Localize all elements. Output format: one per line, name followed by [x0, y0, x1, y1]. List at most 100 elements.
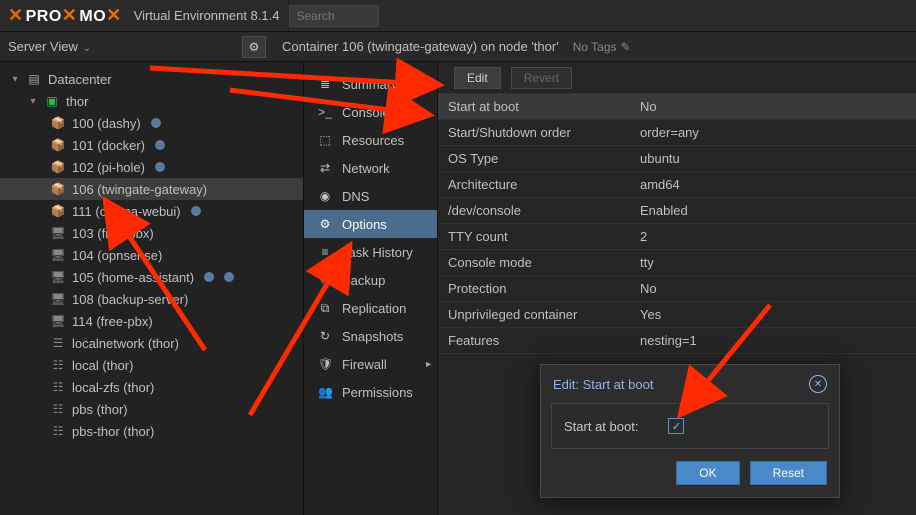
no-tags[interactable]: No Tags✎ [573, 40, 631, 54]
tree-item-label: 102 (pi-hole) [72, 160, 145, 175]
nav-item-task-history[interactable]: ≡Task History [304, 238, 437, 266]
tree-item[interactable]: ☷ local (thor) [0, 354, 303, 376]
nav-icon: >_ [318, 105, 332, 119]
nav-label: Resources [342, 133, 404, 148]
start-at-boot-checkbox[interactable]: ✓ [668, 418, 684, 434]
monitor-icon: 🖥 [50, 226, 66, 240]
nav-item-permissions[interactable]: 👥Permissions [304, 378, 437, 406]
app-header: ✕ PRO✕MO✕ Virtual Environment 8.1.4 Sear… [0, 0, 916, 32]
ok-button[interactable]: OK [676, 461, 739, 485]
nav-item-snapshots[interactable]: ↻Snapshots [304, 322, 437, 350]
x-icon: ✕ [62, 5, 78, 25]
tree-item[interactable]: 🖥 105 (home-assistant) [0, 266, 303, 288]
collapse-icon[interactable]: ▾ [10, 74, 20, 85]
tree-item[interactable]: ☷pbs-thor (thor) [0, 420, 303, 442]
tree-item-label: local-zfs (thor) [72, 380, 154, 395]
option-value: nesting=1 [634, 333, 916, 348]
option-key: Start/Shutdown order [438, 125, 634, 140]
tag-dot [204, 272, 214, 282]
nav-label: Options [342, 217, 387, 232]
option-key: Features [438, 333, 634, 348]
tree-item[interactable]: 🖥103 (free-pbx) [0, 222, 303, 244]
tree-datacenter-row[interactable]: ▾ ▤ Datacenter [0, 68, 303, 90]
nav-item-options[interactable]: ⚙ Options [304, 210, 437, 238]
gear-button[interactable]: ⚙ [242, 36, 266, 58]
monitor-icon: 🖥 [50, 248, 66, 262]
tree-item[interactable]: ☷pbs (thor) [0, 398, 303, 420]
nav-item-network[interactable]: ⇄Network [304, 154, 437, 182]
tree-item-label: local (thor) [72, 358, 133, 373]
nav-item-resources[interactable]: ⬚Resources [304, 126, 437, 154]
nav-icon: ⏱ [318, 273, 332, 288]
option-row[interactable]: /dev/consoleEnabled [438, 198, 916, 224]
monitor-icon: 🖥 [50, 270, 66, 284]
nav-label: DNS [342, 189, 369, 204]
cube-green-icon: 📦 [50, 204, 66, 218]
option-row[interactable]: TTY count2 [438, 224, 916, 250]
server-view-selector[interactable]: Server View ⌄ ⚙ [6, 36, 266, 58]
dialog-title: Edit: Start at boot [553, 377, 653, 392]
disk-icon: ☷ [50, 358, 66, 372]
tree-item-label: 105 (home-assistant) [72, 270, 194, 285]
tree-item[interactable]: 📦106 (twingate-gateway) [0, 178, 303, 200]
version-label: Virtual Environment 8.1.4 [134, 8, 280, 23]
tree-item[interactable]: 🖥 104 (opnsense) [0, 244, 303, 266]
tree-item-label: 106 (twingate-gateway) [72, 182, 207, 197]
search-input[interactable]: Search [289, 5, 379, 27]
option-row[interactable]: Architectureamd64 [438, 172, 916, 198]
option-row[interactable]: ProtectionNo [438, 276, 916, 302]
tree-item[interactable]: 📦 102 (pi-hole) [0, 156, 303, 178]
tree-item[interactable]: 🖥 108 (backup-server) [0, 288, 303, 310]
nav-item-summary[interactable]: ≣Summary [304, 70, 437, 98]
option-row[interactable]: Start/Shutdown orderorder=any [438, 120, 916, 146]
edit-dialog: Edit: Start at boot ✕ Start at boot: ✓ O… [540, 364, 840, 498]
tree-item-label: localnetwork (thor) [72, 336, 179, 351]
tree-item[interactable]: 📦 111 (ollama-webui) [0, 200, 303, 222]
nav-item-dns[interactable]: ◉ DNS [304, 182, 437, 210]
reset-button[interactable]: Reset [750, 461, 827, 485]
nav-icon: ◉ [318, 189, 332, 203]
edit-button[interactable]: Edit [454, 67, 501, 89]
tree-item-label: 108 (backup-server) [72, 292, 188, 307]
nav-label: Replication [342, 301, 406, 316]
nav-item-console[interactable]: >_Console [304, 98, 437, 126]
monitor-icon: 🖥 [50, 292, 66, 306]
tag-dot [155, 162, 165, 172]
nav-item-replication[interactable]: ⧉Replication [304, 294, 437, 322]
x-icon: ✕ [8, 5, 24, 26]
option-row[interactable]: Unprivileged containerYes [438, 302, 916, 328]
nav-item-backup[interactable]: ⏱Backup [304, 266, 437, 294]
tree-item[interactable]: 🖥114 (free-pbx) [0, 310, 303, 332]
nav-icon: ⚙ [318, 217, 332, 231]
monitor-icon: 🖥 [50, 314, 66, 328]
tree-item[interactable]: ☰localnetwork (thor) [0, 332, 303, 354]
tree-node-row[interactable]: ▾ ▣ thor [0, 90, 303, 112]
field-label: Start at boot: [564, 419, 638, 434]
reset-label: Reset [773, 466, 804, 480]
tree-item-label: pbs-thor (thor) [72, 424, 154, 439]
dialog-footer: OK Reset [541, 461, 839, 497]
option-value: tty [634, 255, 916, 270]
server-view-label: Server View [8, 39, 78, 54]
tree-item[interactable]: 📦101 (docker) [0, 134, 303, 156]
option-key: /dev/console [438, 203, 634, 218]
tree-item-label: 111 (ollama-webui) [72, 204, 181, 219]
option-row[interactable]: Console modetty [438, 250, 916, 276]
revert-button[interactable]: Revert [511, 67, 572, 89]
chevron-right-icon: ▸ [426, 359, 431, 370]
close-button[interactable]: ✕ [809, 375, 827, 393]
option-value: Yes [634, 307, 916, 322]
cube-green-icon: 📦 [50, 160, 66, 174]
option-row[interactable]: Start at bootNo [438, 94, 916, 120]
option-row[interactable]: OS Typeubuntu [438, 146, 916, 172]
collapse-icon[interactable]: ▾ [28, 96, 38, 107]
tree-item-label: 104 (opnsense) [72, 248, 162, 263]
nav-icon: ↻ [318, 329, 332, 343]
nav-item-firewall[interactable]: 🛡Firewall▸ [304, 350, 437, 378]
option-row[interactable]: Featuresnesting=1 [438, 328, 916, 354]
tree-item[interactable]: 📦100 (dashy) [0, 112, 303, 134]
tree-item[interactable]: ☷local-zfs (thor) [0, 376, 303, 398]
nav-label: Summary [342, 77, 398, 92]
nav-label: Task History [342, 245, 413, 260]
option-value: order=any [634, 125, 916, 140]
